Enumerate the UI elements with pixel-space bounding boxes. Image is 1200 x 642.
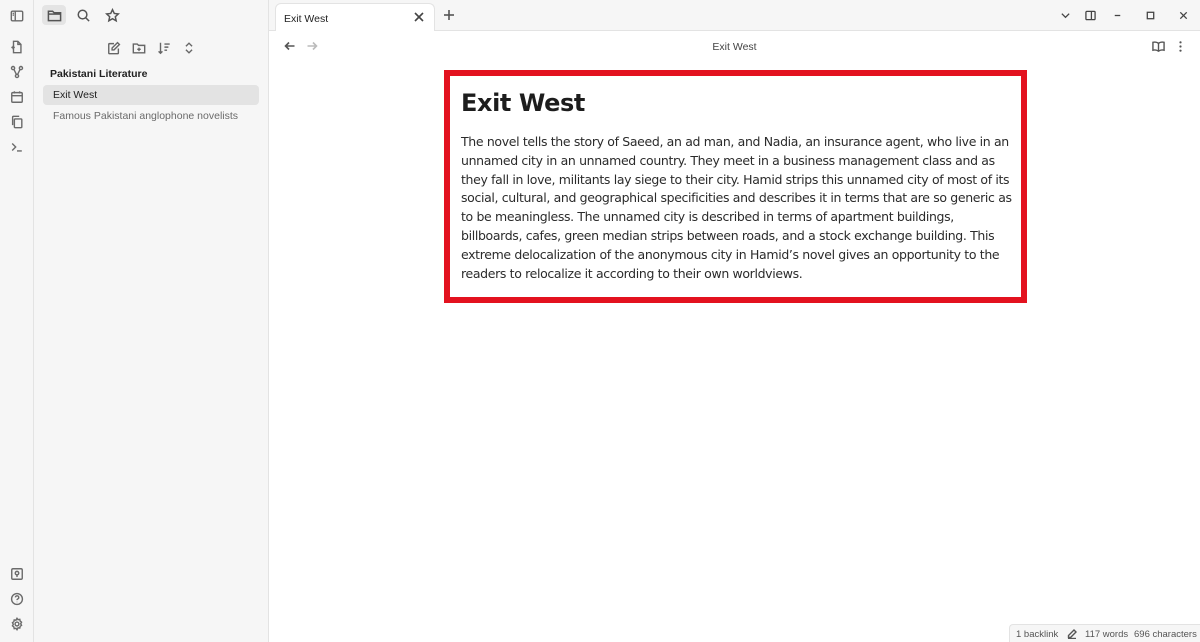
star-icon[interactable] bbox=[100, 5, 124, 25]
editor-content: Exit West The novel tells the story of S… bbox=[269, 61, 1200, 642]
plus-icon[interactable] bbox=[441, 7, 457, 23]
tab-label: Exit West bbox=[284, 13, 329, 25]
terminal-icon[interactable] bbox=[8, 138, 26, 156]
note-heading[interactable]: Exit West bbox=[461, 89, 585, 117]
close-icon[interactable] bbox=[412, 10, 426, 24]
copy-icon[interactable] bbox=[8, 113, 26, 131]
sidebar-tab-strip bbox=[34, 0, 269, 31]
new-note-icon[interactable] bbox=[104, 38, 124, 58]
tab-exit-west[interactable]: Exit West bbox=[275, 3, 435, 31]
status-bar: 1 backlink 117 words 696 characters bbox=[1009, 624, 1200, 642]
left-ribbon bbox=[0, 0, 34, 642]
tab-bar: Exit West bbox=[269, 0, 1200, 31]
view-header: Exit West bbox=[269, 31, 1200, 61]
folder-icon[interactable] bbox=[42, 5, 66, 25]
file-item-famous-novelists[interactable]: Famous Pakistani anglophone novelists bbox=[43, 106, 259, 126]
vault-title: Pakistani Literature bbox=[50, 68, 148, 80]
edit-mode-icon[interactable] bbox=[1066, 628, 1078, 640]
right-sidebar-toggle-icon[interactable] bbox=[1081, 7, 1099, 23]
maximize-icon[interactable] bbox=[1141, 7, 1159, 23]
search-icon[interactable] bbox=[71, 5, 95, 25]
reading-view-icon[interactable] bbox=[1150, 38, 1166, 54]
file-explorer-toolbar bbox=[34, 38, 269, 58]
more-options-icon[interactable] bbox=[1172, 38, 1188, 54]
settings-icon[interactable] bbox=[8, 615, 26, 633]
graph-icon[interactable] bbox=[8, 63, 26, 81]
chevron-down-icon[interactable] bbox=[1056, 7, 1074, 23]
minimize-icon[interactable] bbox=[1108, 7, 1126, 23]
help-icon[interactable] bbox=[8, 590, 26, 608]
word-count: 117 words bbox=[1085, 629, 1129, 640]
new-folder-icon[interactable] bbox=[129, 38, 149, 58]
sidebar-toggle-icon[interactable] bbox=[8, 7, 26, 25]
backlink-count[interactable]: 1 backlink bbox=[1016, 629, 1058, 640]
view-title: Exit West bbox=[712, 41, 757, 53]
sort-icon[interactable] bbox=[154, 38, 174, 58]
file-item-exit-west[interactable]: Exit West bbox=[43, 85, 259, 105]
note-body-paragraph[interactable]: The novel tells the story of Saeed, an a… bbox=[461, 133, 1013, 283]
new-note-icon[interactable] bbox=[8, 38, 26, 56]
file-explorer-sidebar: Pakistani Literature Exit West Famous Pa… bbox=[34, 0, 269, 642]
collapse-icon[interactable] bbox=[179, 38, 199, 58]
character-count: 696 characters bbox=[1134, 629, 1197, 640]
calendar-icon[interactable] bbox=[8, 88, 26, 106]
vault-icon[interactable] bbox=[8, 565, 26, 583]
window-close-icon[interactable] bbox=[1174, 7, 1192, 23]
